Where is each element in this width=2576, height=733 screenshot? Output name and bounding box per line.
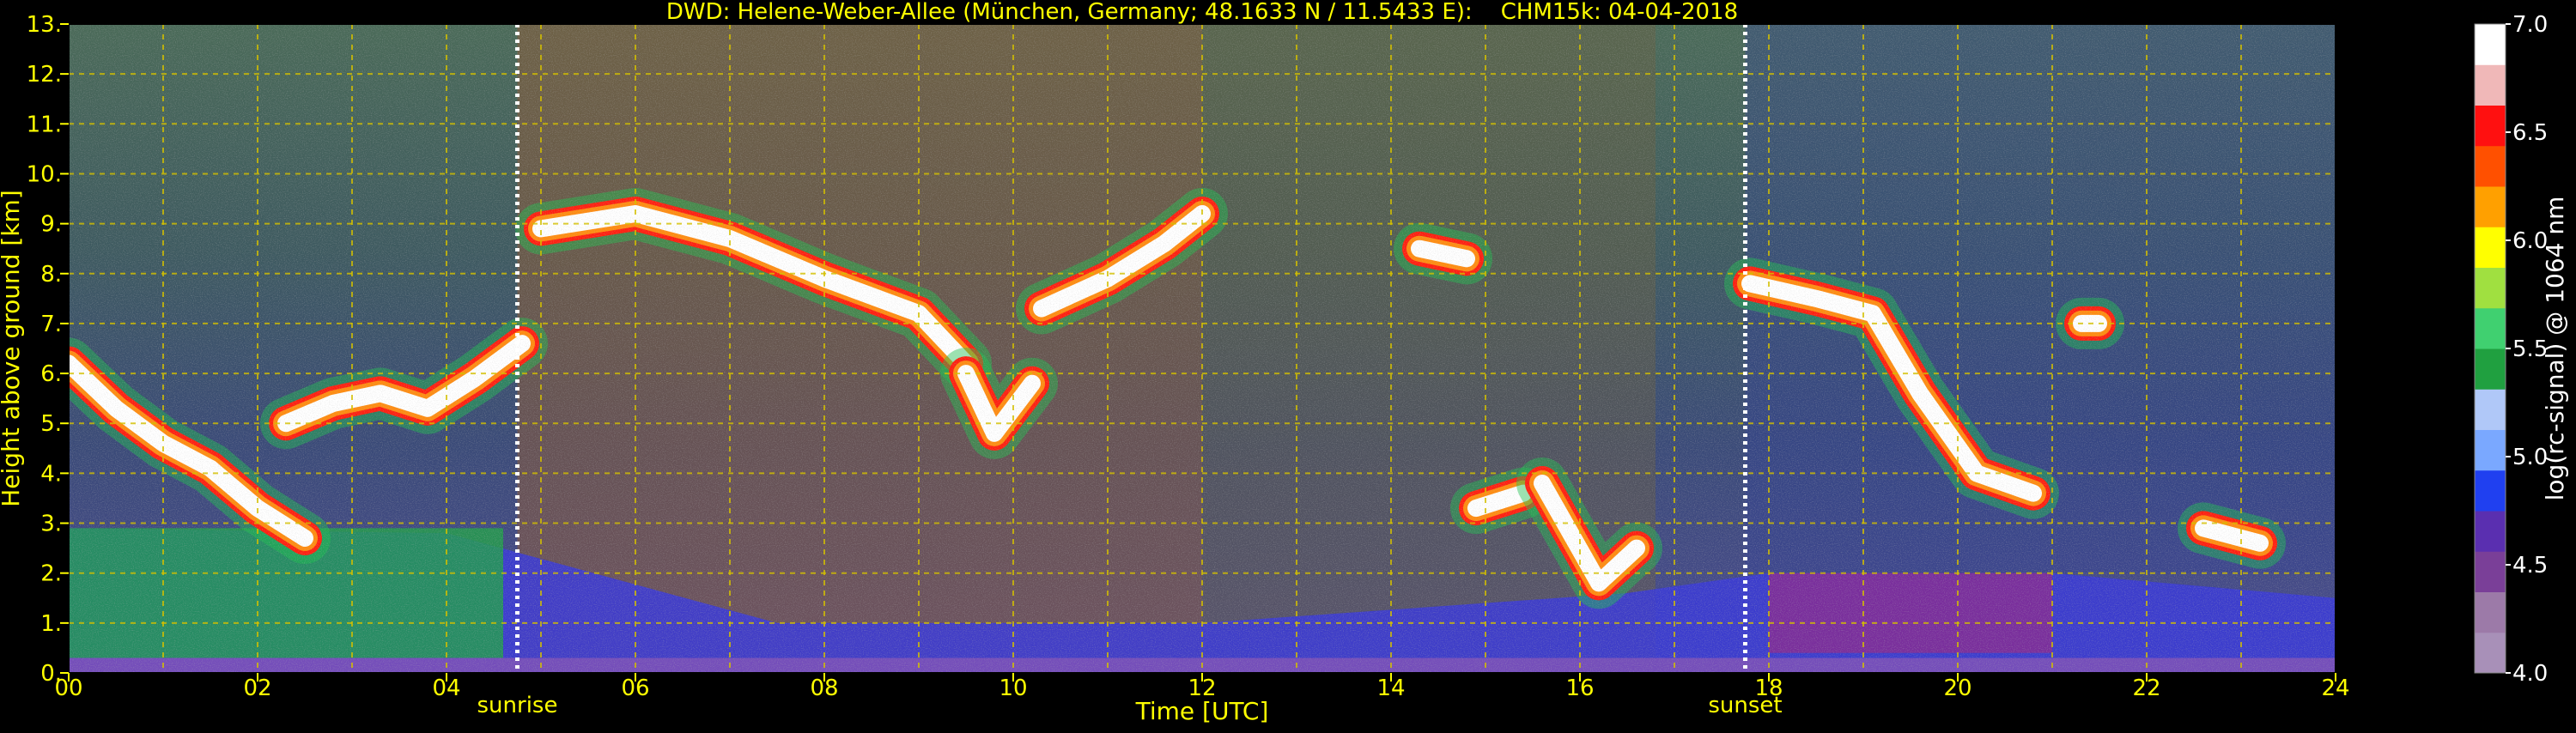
y-tick-label: 9. <box>40 212 62 238</box>
plot-svg: 0.1.2.3.4.5.6.7.8.9.10.11.12.13. 00 02 04 0… <box>0 12 2569 725</box>
colorbar-segment <box>2475 105 2506 147</box>
ceilometer-figure: DWD: Helene-Weber-Allee (München, German… <box>0 0 2576 730</box>
colorbar-tick-label: 7.0 <box>2512 12 2548 38</box>
x-tick-label: 22 <box>2132 675 2160 701</box>
colorbar-segment <box>2475 591 2506 633</box>
y-tick-label: 6. <box>40 361 62 387</box>
y-tick-label: 1. <box>40 611 62 637</box>
colorbar-tick-label: 4.5 <box>2512 553 2548 579</box>
colorbar-segment <box>2475 348 2506 390</box>
colorbar-segment <box>2475 227 2506 268</box>
y-tick-label: 11. <box>27 112 62 137</box>
colorbar-segment <box>2475 24 2506 65</box>
x-tick-label: 06 <box>621 675 649 701</box>
chart-title: DWD: Helene-Weber-Allee (München, German… <box>665 0 1739 25</box>
y-tick-label: 10. <box>27 161 62 187</box>
y-axis-ticks: 0.1.2.3.4.5.6.7.8.9.10.11.12.13. <box>27 12 69 687</box>
y-tick-label: 12. <box>27 62 62 88</box>
colorbar-segment <box>2475 389 2506 430</box>
colorbar-segment <box>2475 429 2506 471</box>
colorbar: 4.04.55.05.56.06.57.0 <box>2474 12 2548 687</box>
x-tick-label: 00 <box>54 675 82 701</box>
y-tick-label: 3. <box>40 512 62 537</box>
colorbar-segment <box>2475 307 2506 349</box>
x-tick-label: 10 <box>999 675 1027 701</box>
colorbar-segment <box>2475 469 2506 512</box>
y-tick-label: 8. <box>40 262 62 288</box>
y-axis-label: Height above ground [km] <box>0 190 25 507</box>
x-tick-label: 24 <box>2321 675 2349 701</box>
colorbar-segment <box>2475 632 2506 674</box>
colorbar-tick-label: 4.0 <box>2512 661 2548 687</box>
y-tick-label: 4. <box>40 461 62 487</box>
x-tick-label: 14 <box>1376 675 1405 701</box>
x-tick-label: 08 <box>810 675 838 701</box>
x-axis-label: Time [UTC] <box>1135 697 1269 725</box>
colorbar-segment <box>2475 511 2506 552</box>
colorbar-segment <box>2475 145 2506 187</box>
plot-area <box>69 24 2336 673</box>
colorbar-label: log(rc-signal) @ 1064 nm <box>2541 197 2569 501</box>
x-tick-label: 04 <box>432 675 460 701</box>
y-tick-label: 13. <box>27 12 62 38</box>
marker-label-sunset: sunset <box>1708 693 1782 718</box>
x-tick-label: 20 <box>1943 675 1971 701</box>
colorbar-segment <box>2475 267 2506 309</box>
marker-label-sunrise: sunrise <box>477 693 558 718</box>
y-tick-label: 5. <box>40 411 62 437</box>
colorbar-segment <box>2475 186 2506 227</box>
colorbar-segment <box>2475 551 2506 592</box>
y-tick-label: 7. <box>40 312 62 337</box>
x-tick-label: 16 <box>1565 675 1594 701</box>
colorbar-segment <box>2475 64 2506 106</box>
y-tick-label: 2. <box>40 561 62 587</box>
x-tick-label: 02 <box>243 675 271 701</box>
colorbar-tick-label: 6.5 <box>2512 120 2548 146</box>
